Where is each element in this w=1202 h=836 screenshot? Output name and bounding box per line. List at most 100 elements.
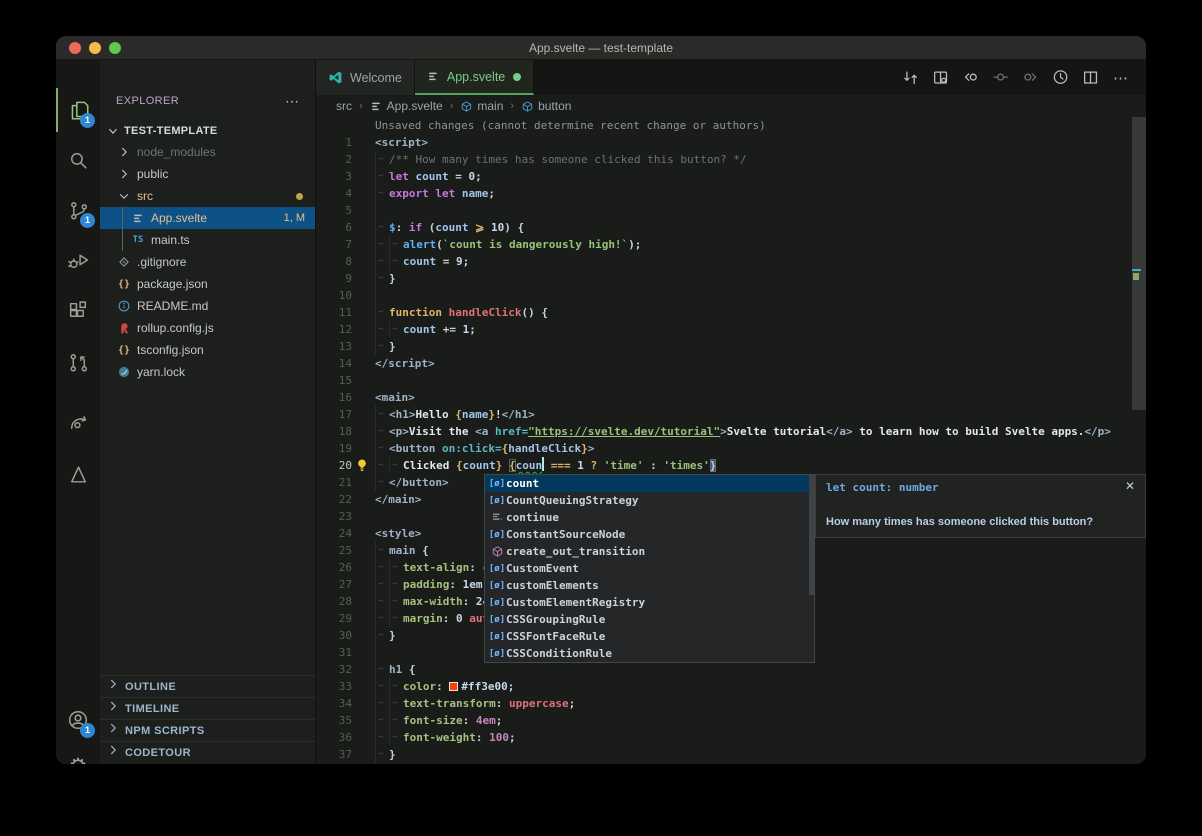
code-line-12[interactable]: 12count += 1; (316, 321, 1146, 338)
sidebar-item-main-ts[interactable]: TSmain.ts (100, 229, 315, 251)
code-line-18[interactable]: 18<p>Visit the <a href="https://svelte.d… (316, 423, 1146, 440)
section-outline[interactable]: OUTLINE (100, 675, 315, 697)
section-timeline[interactable]: TIMELINE (100, 697, 315, 719)
code-line-14[interactable]: 14</script> (316, 355, 1146, 372)
code-line-17[interactable]: 17<h1>Hello {name}!</h1> (316, 406, 1146, 423)
activity-search[interactable] (56, 138, 100, 182)
code-line-1[interactable]: 1<script> (316, 134, 1146, 151)
code-token: $ (389, 221, 396, 234)
suggest-item-customelements[interactable]: [ø]customElements (485, 577, 814, 594)
sidebar-item-yarn-lock[interactable]: yarn.lock (100, 361, 315, 383)
code-token: "https://svelte.dev/tutorial" (528, 425, 720, 438)
code-token: : (643, 459, 663, 472)
code-line-15[interactable]: 15 (316, 372, 1146, 389)
code-line-7[interactable]: 7alert(`count is dangerously high!`); (316, 236, 1146, 253)
section-npm-scripts[interactable]: NPM SCRIPTS (100, 719, 315, 741)
code-token: handleClick (449, 306, 522, 319)
suggest-scrollbar[interactable] (809, 475, 814, 595)
indent-guide (389, 593, 403, 610)
suggest-item-cssgroupingrule[interactable]: [ø]CSSGroupingRule (485, 611, 814, 628)
breadcrumb-main[interactable]: main (460, 99, 503, 113)
split-editor-icon[interactable] (1076, 60, 1106, 95)
code-line-6[interactable]: 6$: if (count ⩾ 10) { (316, 219, 1146, 236)
code-line-34[interactable]: 34text-transform: uppercase; (316, 695, 1146, 712)
unsaved-dot-icon[interactable] (513, 73, 521, 81)
titlebar[interactable]: App.svelte — test-template (56, 36, 1146, 60)
suggest-item-create_out_transition[interactable]: create_out_transition (485, 543, 814, 560)
activity-source-control[interactable]: 1 (56, 188, 100, 232)
indent-guide (375, 610, 389, 627)
sidebar-item-rollup-config-js[interactable]: rollup.config.js (100, 317, 315, 339)
code-token: count (403, 255, 436, 268)
code-line-3[interactable]: 3let count = 0; (316, 168, 1146, 185)
tab-app-svelte[interactable]: App.svelte (415, 60, 534, 95)
suggest-item-continue[interactable]: continue (485, 509, 814, 526)
activity-accounts[interactable]: 1 (56, 698, 100, 742)
navigate-current-icon[interactable] (986, 60, 1016, 95)
line-number: 33 (316, 678, 352, 695)
suggest-item-count[interactable]: [ø]count (485, 475, 814, 492)
tab-welcome[interactable]: Welcome (316, 60, 415, 95)
sidebar-item-src[interactable]: src (100, 185, 315, 207)
sidebar-item-node-modules[interactable]: node_modules (100, 141, 315, 163)
breadcrumb-app-svelte[interactable]: App.svelte (370, 99, 443, 113)
code-line-37[interactable]: 37} (316, 746, 1146, 763)
code-token: <script> (375, 136, 428, 149)
section-codetour[interactable]: CODETOUR (100, 741, 315, 763)
gitlens-compare-icon[interactable] (896, 60, 926, 95)
code-line-5[interactable]: 5 (316, 202, 1146, 219)
code-line-8[interactable]: 8count = 9; (316, 253, 1146, 270)
suggest-item-cssconditionrule[interactable]: [ø]CSSConditionRule (485, 645, 814, 662)
activity-azure[interactable] (56, 452, 100, 496)
hover-signature: let count: number (826, 481, 939, 494)
activity-explorer[interactable]: 1 (56, 88, 100, 132)
suggest-item-customevent[interactable]: [ø]CustomEvent (485, 560, 814, 577)
activity-run-debug[interactable] (56, 238, 100, 282)
sidebar-item--gitignore[interactable]: .gitignore (100, 251, 315, 273)
project-root-row[interactable]: TEST-TEMPLATE (100, 121, 315, 141)
code-line-20[interactable]: 20Clicked {count} {coun === 1 ? 'time' :… (316, 457, 1146, 474)
code-line-32[interactable]: 32h1 { (316, 661, 1146, 678)
code-line-16[interactable]: 16<main> (316, 389, 1146, 406)
suggest-item-customelementregistry[interactable]: [ø]CustomElementRegistry (485, 594, 814, 611)
code-line-33[interactable]: 33color: #ff3e00; (316, 678, 1146, 695)
navigate-forward-icon[interactable] (1016, 60, 1046, 95)
sidebar-item-public[interactable]: public (100, 163, 315, 185)
editor-scrollbar[interactable] (1132, 117, 1146, 410)
indent-guide (375, 559, 389, 576)
sidebar-item-app-svelte[interactable]: App.svelte1, M (100, 207, 315, 229)
code-line-10[interactable]: 10 (316, 287, 1146, 304)
close-icon[interactable]: ✕ (1125, 479, 1135, 493)
sidebar-item-tsconfig-json[interactable]: {}tsconfig.json (100, 339, 315, 361)
suggest-item-countqueuingstrategy[interactable]: [ø]CountQueuingStrategy (485, 492, 814, 509)
open-changes-icon[interactable] (926, 60, 956, 95)
code-line-11[interactable]: 11function handleClick() { (316, 304, 1146, 321)
activity-extensions[interactable] (56, 288, 100, 332)
code-line-13[interactable]: 13} (316, 338, 1146, 355)
line-number: 15 (316, 372, 352, 389)
symbol-variable-icon: [ø] (488, 632, 506, 642)
sidebar-item-readme-md[interactable]: README.md (100, 295, 315, 317)
code-line-36[interactable]: 36font-weight: 100; (316, 729, 1146, 746)
activity-gitlens[interactable] (56, 400, 100, 444)
code-line-9[interactable]: 9} (316, 270, 1146, 287)
git-status-badge: 1, M (284, 212, 305, 224)
suggest-item-cssfontfacerule[interactable]: [ø]CSSFontFaceRule (485, 628, 814, 645)
breadcrumb-button[interactable]: button (521, 99, 571, 113)
code-line-4[interactable]: 4export let name; (316, 185, 1146, 202)
activity-github-pull-requests[interactable] (56, 340, 100, 384)
breadcrumb-src[interactable]: src (336, 99, 352, 113)
code-line-2[interactable]: 2/** How many times has someone clicked … (316, 151, 1146, 168)
more-actions-icon[interactable]: ⋯ (1106, 60, 1136, 95)
code-line-35[interactable]: 35font-size: 4em; (316, 712, 1146, 729)
ellipsis-icon[interactable]: ⋯ (285, 93, 299, 110)
sidebar-item-package-json[interactable]: {}package.json (100, 273, 315, 295)
code-line-19[interactable]: 19<button on:click={handleClick}> (316, 440, 1146, 457)
navigate-back-icon[interactable] (956, 60, 986, 95)
code-editor[interactable]: Unsaved changes (cannot determine recent… (316, 117, 1146, 764)
color-swatch[interactable] (449, 682, 458, 691)
timeline-clock-icon[interactable] (1046, 60, 1076, 95)
blame-annotation-line[interactable]: Unsaved changes (cannot determine recent… (316, 117, 1146, 134)
activity-settings[interactable]: ⚙ (56, 744, 100, 764)
suggest-item-constantsourcenode[interactable]: [ø]ConstantSourceNode (485, 526, 814, 543)
